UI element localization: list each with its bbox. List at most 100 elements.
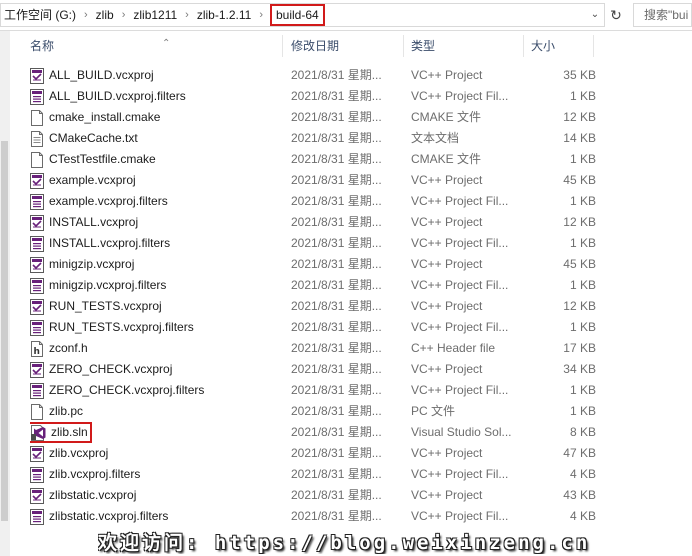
file-name: cmake_install.cmake [49, 110, 161, 124]
file-name-cell[interactable]: zlib.vcxproj [30, 443, 285, 464]
file-row[interactable]: h zconf.h 2021/8/31 星期... C++ Header file 17… [10, 338, 692, 359]
file-size: 45 KB [563, 173, 596, 187]
file-row[interactable]: INSTALL.vcxproj 2021/8/31 星期... VC++ Proje… [10, 212, 692, 233]
column-name[interactable]: 名称 ⌃ [22, 31, 282, 59]
file-name: zlib.vcxproj.filters [49, 467, 141, 481]
file-name-cell[interactable]: RUN_TESTS.vcxproj.filters [30, 317, 285, 338]
file-row[interactable]: ALL_BUILD.vcxproj.filters 2021/8/31 星期...… [10, 86, 692, 107]
file-row[interactable]: ZERO_CHECK.vcxproj.filters 2021/8/31 星期..… [10, 380, 692, 401]
file-date: 2021/8/31 星期... [291, 383, 382, 397]
file-name-cell[interactable]: INSTALL.vcxproj.filters [30, 233, 285, 254]
file-row[interactable]: CMakeCache.txt 2021/8/31 星期... 文本文档 14 KB [10, 128, 692, 149]
file-row[interactable]: ZERO_CHECK.vcxproj 2021/8/31 星期... VC++ Pr… [10, 359, 692, 380]
file-name-wrap: RUN_TESTS.vcxproj.filters [30, 317, 194, 338]
refresh-icon[interactable]: ↻ [606, 3, 626, 27]
column-divider[interactable] [593, 35, 594, 57]
breadcrumb-zlib1211[interactable]: zlib1211 [130, 4, 180, 26]
file-row[interactable]: example.vcxproj 2021/8/31 星期... VC++ Proje… [10, 170, 692, 191]
breadcrumb-separator[interactable]: › [180, 9, 194, 21]
file-name: RUN_TESTS.vcxproj.filters [49, 320, 194, 334]
file-size: 14 KB [563, 131, 596, 145]
file-row[interactable]: zlibstatic.vcxproj.filters 2021/8/31 星期..… [10, 506, 692, 527]
file-type: 文本文档 [411, 131, 460, 145]
breadcrumb-separator[interactable]: › [254, 9, 268, 21]
file-row[interactable]: example.vcxproj.filters 2021/8/31 星期... VC… [10, 191, 692, 212]
file-date: 2021/8/31 星期... [291, 173, 382, 187]
file-row[interactable]: RUN_TESTS.vcxproj.filters 2021/8/31 星期...… [10, 317, 692, 338]
file-name-cell[interactable]: zlib.vcxproj.filters [30, 464, 285, 485]
file-name-wrap: INSTALL.vcxproj.filters [30, 233, 170, 254]
file-name-cell[interactable]: zlibstatic.vcxproj [30, 485, 285, 506]
file-row[interactable]: zlib.pc 2021/8/31 星期... PC 文件 1 KB [10, 401, 692, 422]
navigation-scrollbar-thumb[interactable] [1, 141, 8, 521]
file-name-cell[interactable]: ZERO_CHECK.vcxproj [30, 359, 285, 380]
file-row[interactable]: zlibstatic.vcxproj 2021/8/31 星期... VC++ Pr… [10, 485, 692, 506]
filters-icon [30, 277, 44, 294]
text-file-icon [30, 130, 44, 147]
vcxproj-icon [30, 67, 44, 84]
file-name-cell[interactable]: INSTALL.vcxproj [30, 212, 285, 233]
file-name-cell[interactable]: zlib.sln [30, 422, 285, 443]
file-name-cell[interactable]: minigzip.vcxproj.filters [30, 275, 285, 296]
file-row[interactable]: cmake_install.cmake 2021/8/31 星期... CMAKE … [10, 107, 692, 128]
file-name-cell[interactable]: ZERO_CHECK.vcxproj.filters [30, 380, 285, 401]
file-name-wrap: zlibstatic.vcxproj [30, 485, 136, 506]
file-size: 12 KB [563, 110, 596, 124]
file-size: 1 KB [569, 404, 596, 418]
file-row[interactable]: INSTALL.vcxproj.filters 2021/8/31 星期... VC… [10, 233, 692, 254]
file-row[interactable]: zlib.vcxproj 2021/8/31 星期... VC++ Project 4… [10, 443, 692, 464]
file-name-wrap: ALL_BUILD.vcxproj [30, 65, 154, 86]
file-name-cell[interactable]: zlib.pc [30, 401, 285, 422]
file-date: 2021/8/31 星期... [291, 152, 382, 166]
file-type: VC++ Project [411, 488, 483, 502]
file-size: 17 KB [563, 341, 596, 355]
breadcrumb-zlib[interactable]: zlib [93, 4, 117, 26]
file-name-wrap: zlibstatic.vcxproj.filters [30, 506, 168, 527]
file-type: Visual Studio Sol... [411, 425, 512, 439]
file-row[interactable]: zlib.sln 2021/8/31 星期... Visual Studio Sol… [10, 422, 692, 443]
file-row[interactable]: ALL_BUILD.vcxproj 2021/8/31 星期... VC++ Pro… [10, 65, 692, 86]
file-type: VC++ Project Fil... [411, 278, 509, 292]
file-name-cell[interactable]: h zconf.h [30, 338, 285, 359]
blank-file-icon [30, 151, 44, 168]
breadcrumb-zlib-1-2-11[interactable]: zlib-1.2.11 [194, 4, 254, 26]
file-row[interactable]: CTestTestfile.cmake 2021/8/31 星期... CMAKE … [10, 149, 692, 170]
breadcrumb-separator[interactable]: › [79, 9, 93, 21]
file-name-wrap: cmake_install.cmake [30, 107, 160, 128]
file-size: 47 KB [563, 446, 596, 460]
breadcrumb-separator[interactable]: › [117, 9, 131, 21]
filters-icon [30, 319, 44, 336]
vcxproj-icon [30, 487, 44, 504]
column-size[interactable]: 大小 [523, 31, 593, 59]
file-row[interactable]: RUN_TESTS.vcxproj 2021/8/31 星期... VC++ Pro… [10, 296, 692, 317]
breadcrumb-current-folder[interactable]: build-64 [270, 4, 325, 26]
file-name-cell[interactable]: CTestTestfile.cmake [30, 149, 285, 170]
breadcrumb-drive[interactable]: 工作空间 (G:) [1, 4, 79, 26]
file-name-cell[interactable]: minigzip.vcxproj [30, 254, 285, 275]
file-name-cell[interactable]: ALL_BUILD.vcxproj.filters [30, 86, 285, 107]
file-row[interactable]: minigzip.vcxproj.filters 2021/8/31 星期... V… [10, 275, 692, 296]
search-input[interactable]: 搜索"bui [633, 3, 692, 27]
file-name-cell[interactable]: CMakeCache.txt [30, 128, 285, 149]
file-name-wrap: RUN_TESTS.vcxproj [30, 296, 162, 317]
column-type[interactable]: 类型 [403, 31, 523, 59]
file-name-cell[interactable]: example.vcxproj.filters [30, 191, 285, 212]
file-name-cell[interactable]: cmake_install.cmake [30, 107, 285, 128]
vcxproj-icon [30, 256, 44, 273]
file-name-cell[interactable]: example.vcxproj [30, 170, 285, 191]
blank-file-icon [30, 109, 44, 126]
column-date[interactable]: 修改日期 [283, 31, 403, 59]
file-name: INSTALL.vcxproj [49, 215, 139, 229]
file-name-cell[interactable]: RUN_TESTS.vcxproj [30, 296, 285, 317]
breadcrumb[interactable]: 工作空间 (G:) › zlib › zlib1211 › zlib-1.2.1… [0, 3, 605, 27]
vcxproj-icon [30, 214, 44, 231]
address-dropdown-chevron-down-icon[interactable]: ⌄ [588, 8, 602, 22]
file-type: VC++ Project Fil... [411, 509, 509, 523]
file-name-cell[interactable]: ALL_BUILD.vcxproj [30, 65, 285, 86]
file-name: CTestTestfile.cmake [49, 152, 156, 166]
file-name-cell[interactable]: zlibstatic.vcxproj.filters [30, 506, 285, 527]
file-row[interactable]: minigzip.vcxproj 2021/8/31 星期... VC++ Proj… [10, 254, 692, 275]
navigation-pane-edge [0, 31, 10, 556]
file-row[interactable]: zlib.vcxproj.filters 2021/8/31 星期... VC++ … [10, 464, 692, 485]
file-type: VC++ Project [411, 362, 483, 376]
